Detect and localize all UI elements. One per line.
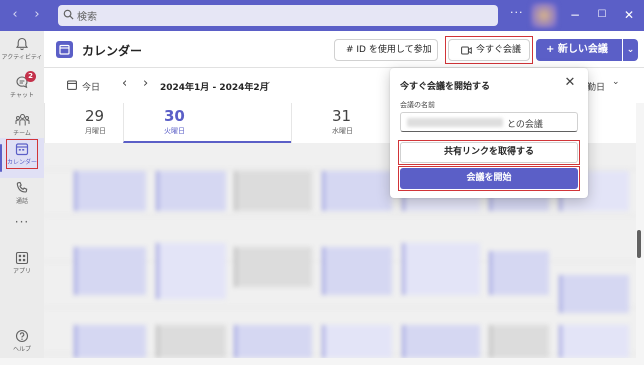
calendar-highlight-outline (6, 139, 38, 169)
meeting-name-field[interactable]: との会議 (400, 112, 578, 132)
rail-item-help[interactable]: ヘルプ (0, 325, 44, 365)
teams-icon (15, 114, 29, 126)
calendar-app-icon (56, 41, 73, 58)
rail-label-calls: 通話 (15, 198, 28, 205)
back-button[interactable]: ‹ (7, 7, 23, 23)
meeting-name-suffix: との会議 (507, 120, 543, 130)
join-with-id-button[interactable]: # ID を使用して参加 (334, 39, 438, 61)
search-input[interactable]: 検索 (58, 5, 498, 26)
help-icon (15, 329, 29, 343)
search-placeholder: 検索 (77, 12, 97, 23)
chat-unread-badge: 2 (25, 71, 36, 82)
rail-label-activity: アクティビティ (1, 54, 43, 61)
day-header-wednesday[interactable]: 31 水曜日 (291, 103, 391, 143)
day-number: 29 (85, 107, 105, 125)
new-meeting-dropdown[interactable]: ⌄ (623, 39, 638, 61)
share-link-highlight-outline (398, 140, 580, 165)
more-apps-button[interactable]: ··· (0, 215, 44, 229)
more-options-button[interactable]: ··· (510, 6, 524, 19)
day-name: 水曜日 (332, 127, 353, 135)
new-meeting-button[interactable]: + 新しい会議 (536, 39, 622, 61)
avatar[interactable] (531, 3, 557, 28)
page-title: カレンダー (82, 44, 143, 58)
day-name: 火曜日 (164, 127, 185, 135)
rail-label-help: ヘルプ (12, 346, 31, 353)
blurred-name (407, 118, 503, 127)
day-name: 月曜日 (85, 127, 106, 135)
forward-button[interactable]: › (29, 7, 45, 23)
day-number: 31 (332, 107, 352, 125)
meet-now-highlight-outline (445, 36, 533, 64)
chevron-down-icon: ⌄ (626, 45, 635, 55)
app-rail: アクティビティ 2 チャット チーム カレンダー 通話 ··· アプリ ヘルプ (0, 31, 44, 358)
rail-item-apps[interactable]: アプリ (0, 247, 44, 287)
date-range-label[interactable]: 2024年1月 - 2024年2月 (160, 80, 269, 93)
maximize-button[interactable]: ☐ (593, 6, 611, 24)
minimize-button[interactable]: − (566, 6, 584, 24)
active-indicator (0, 144, 2, 172)
title-bar: ‹ › 検索 ··· − ☐ ✕ (0, 0, 644, 31)
rail-item-chat[interactable]: 2 チャット (0, 71, 44, 111)
popup-title: 今すぐ会議を開始する (400, 82, 491, 92)
phone-icon (16, 181, 28, 193)
date-range-chevron-icon[interactable]: ⌄ (264, 77, 272, 87)
rail-label-chat: チャット (10, 92, 34, 99)
day-header-tuesday[interactable]: 30 火曜日 (123, 103, 291, 143)
day-number: 30 (164, 107, 185, 125)
start-meeting-highlight-outline (398, 166, 580, 191)
close-window-button[interactable]: ✕ (620, 6, 638, 24)
apps-icon (15, 251, 29, 265)
calendar-header: カレンダー # ID を使用して参加 今すぐ会議 + 新しい会議 ⌄ (44, 31, 644, 68)
view-chevron-icon[interactable]: ⌄ (612, 77, 620, 87)
rail-item-calls[interactable]: 通話 (0, 177, 44, 217)
view-selector[interactable]: 勤日 (587, 80, 605, 93)
bell-icon (15, 37, 29, 51)
join-with-id-label: # ID を使用して参加 (346, 45, 432, 55)
new-meeting-label: + 新しい会議 (546, 44, 608, 55)
prev-range-button[interactable]: ‹ (122, 76, 127, 91)
rail-label-teams: チーム (13, 130, 31, 137)
meeting-name-label: 会議の名前 (400, 101, 435, 109)
rail-label-apps: アプリ (12, 268, 31, 275)
close-icon[interactable]: ✕ (562, 75, 578, 91)
vertical-scrollbar[interactable] (637, 230, 641, 258)
today-button[interactable]: 今日 (82, 80, 100, 93)
next-range-button[interactable]: › (143, 76, 148, 91)
search-icon (63, 9, 74, 20)
rail-item-activity[interactable]: アクティビティ (0, 33, 44, 73)
today-calendar-icon (67, 80, 77, 90)
